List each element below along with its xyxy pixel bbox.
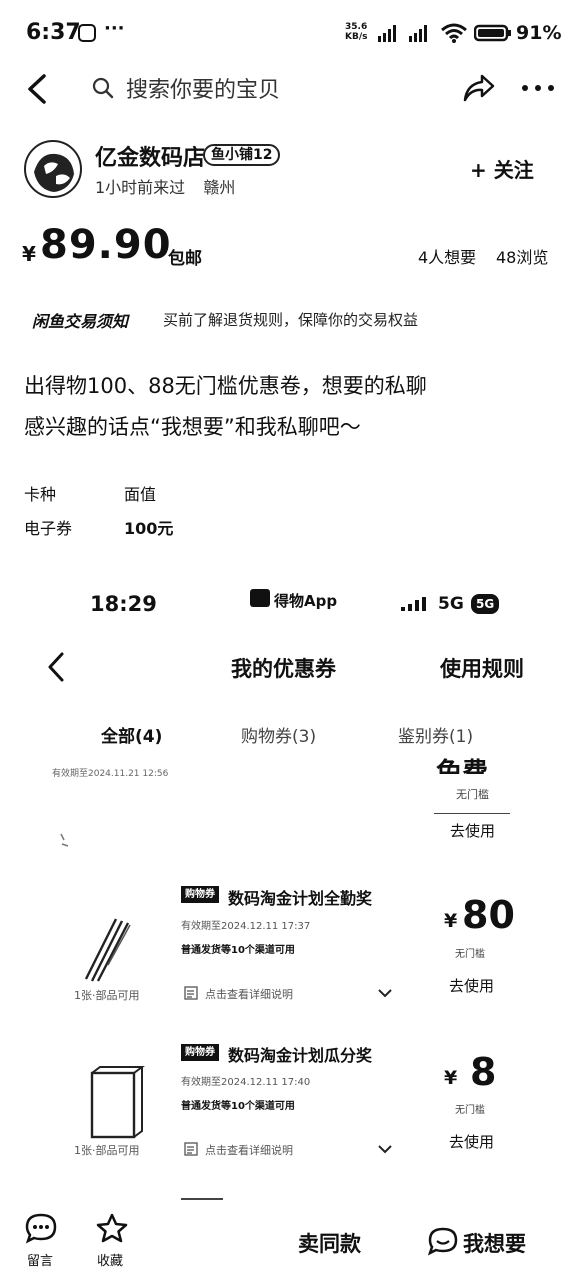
- coupon-type-tag: 购物券: [181, 886, 219, 903]
- document-icon: [184, 1142, 198, 1156]
- network-speed: 35.6 KB/s: [345, 22, 368, 42]
- search-icon: [92, 77, 114, 99]
- seller-location: 赣州: [203, 178, 236, 197]
- coupon-expiry: 有效期至2024.12.11 17:40: [181, 1077, 311, 1088]
- attribute-key: 卡种: [24, 485, 57, 504]
- usage-rules-link[interactable]: 使用规则: [440, 653, 524, 683]
- price-amount: 89.90: [40, 222, 172, 268]
- use-coupon-button[interactable]: 去使用: [449, 1131, 494, 1152]
- embedded-signal-icon: [401, 597, 426, 611]
- signal-icon: [378, 25, 427, 42]
- search-placeholder: 搜索你要的宝贝: [126, 78, 281, 103]
- coupon-condition: 无门槛: [456, 788, 489, 801]
- divider: [181, 1198, 223, 1200]
- attribute-value: 100元: [124, 519, 174, 538]
- chat-icon: [427, 1227, 458, 1256]
- chevron-down-icon[interactable]: [377, 987, 393, 999]
- coupon-condition: 无门槛: [455, 949, 485, 960]
- sell-same-button[interactable]: 卖同款: [298, 1228, 361, 1258]
- embedded-back-icon[interactable]: [44, 650, 68, 684]
- description-line-2: 感兴趣的话点“我想要”和我私聊吧～: [24, 415, 361, 439]
- more-icon[interactable]: [520, 78, 556, 98]
- seller-meta: 1小时前来过 赣州: [95, 174, 235, 198]
- coupon-type-tag: 购物券: [181, 1044, 219, 1061]
- coupon-detail-link[interactable]: 点击查看详细说明: [205, 1142, 293, 1158]
- tab-all[interactable]: 全部(4): [101, 722, 162, 747]
- description-line-1: 出得物100、88无门槛优惠卷，想要的私聊: [24, 374, 427, 398]
- want-button[interactable]: 我想要: [463, 1228, 526, 1258]
- coupon-currency: ¥: [444, 910, 458, 932]
- wifi-icon: [441, 23, 467, 43]
- battery-percent: 91%: [516, 22, 562, 44]
- message-label[interactable]: 留言: [27, 1250, 53, 1269]
- mark-icon: [60, 833, 69, 847]
- attribute-value: 面值: [124, 485, 157, 504]
- views-count: 48浏览: [496, 248, 549, 267]
- notification-app-icon: [78, 24, 96, 42]
- coupon-detail-link[interactable]: 点击查看详细说明: [205, 986, 293, 1002]
- use-coupon-button[interactable]: 去使用: [450, 820, 495, 841]
- tab-appraisal-coupons[interactable]: 鉴别券(1): [398, 722, 473, 747]
- favorite-label[interactable]: 收藏: [97, 1250, 123, 1269]
- seller-avatar[interactable]: [24, 140, 82, 198]
- coupon-scope: 普通发货等10个渠道可用: [181, 945, 295, 956]
- status-time: 6:37: [26, 20, 81, 45]
- coupon-scope: 普通发货等10个渠道可用: [181, 1101, 295, 1112]
- document-icon: [184, 986, 198, 1000]
- embedded-page-title: 我的优惠券: [231, 657, 336, 681]
- follow-button[interactable]: + 关注: [470, 154, 534, 183]
- coupon-expiry: 有效期至2024.12.11 17:37: [181, 921, 311, 932]
- search-bar[interactable]: 搜索你要的宝贝: [86, 66, 426, 110]
- shipping-label: 包邮: [168, 249, 202, 269]
- shop-level-badge: 鱼小铺12: [203, 144, 281, 166]
- last-seen: 1小时前来过: [95, 178, 186, 197]
- app-icon: [250, 589, 270, 607]
- trade-notice[interactable]: 闲鱼交易须知 买前了解退货规则，保障你的交易权益: [24, 300, 544, 336]
- back-icon[interactable]: [22, 72, 52, 106]
- tab-shopping-coupons[interactable]: 购物券(3): [241, 722, 316, 747]
- coupon-currency: ¥: [444, 1067, 458, 1089]
- wants-count: 4人想要: [418, 248, 477, 267]
- shop-name[interactable]: 亿金数码店: [95, 140, 205, 172]
- attribute-key: 电子券: [24, 519, 73, 538]
- coupon-title: 数码淘金计划瓜分奖: [228, 1046, 373, 1065]
- price-currency: ¥: [22, 242, 36, 266]
- coupon-expiry: 有效期至2024.11.21 12:56: [52, 769, 169, 779]
- coupon-product-image: [84, 918, 131, 982]
- coupon-condition: 无门槛: [455, 1105, 485, 1116]
- coupon-image-caption: 1张·部品可用: [74, 1144, 140, 1157]
- coupon-title: 数码淘金计划全勤奖: [228, 889, 373, 908]
- use-coupon-button[interactable]: 去使用: [449, 975, 494, 996]
- star-icon[interactable]: [95, 1212, 129, 1244]
- divider: [434, 813, 510, 814]
- coupon-product-image: [90, 1066, 145, 1139]
- status-bar: 6:37 ··· 35.6 KB/s 91%: [0, 0, 576, 62]
- coupon-image-caption: 1张·部品可用: [74, 989, 140, 1002]
- coupon-amount: 80: [462, 893, 515, 937]
- message-icon[interactable]: [24, 1212, 58, 1244]
- embedded-app-name: 得物App: [274, 592, 338, 610]
- share-icon[interactable]: [462, 72, 496, 104]
- chevron-down-icon[interactable]: [377, 1143, 393, 1155]
- more-notifications-icon: ···: [104, 18, 125, 39]
- battery-icon: [474, 24, 511, 42]
- embedded-status-time: 18:29: [90, 592, 157, 616]
- trade-notice-title: 闲鱼交易须知: [32, 312, 129, 331]
- coupon-amount: 免费: [436, 758, 489, 774]
- embedded-5g-badge: 5G: [471, 594, 500, 614]
- trade-notice-text: 买前了解退货规则，保障你的交易权益: [163, 311, 419, 329]
- avatar-image: [34, 153, 74, 192]
- embedded-network: 5G: [438, 594, 464, 614]
- coupon-amount: 8: [470, 1050, 497, 1094]
